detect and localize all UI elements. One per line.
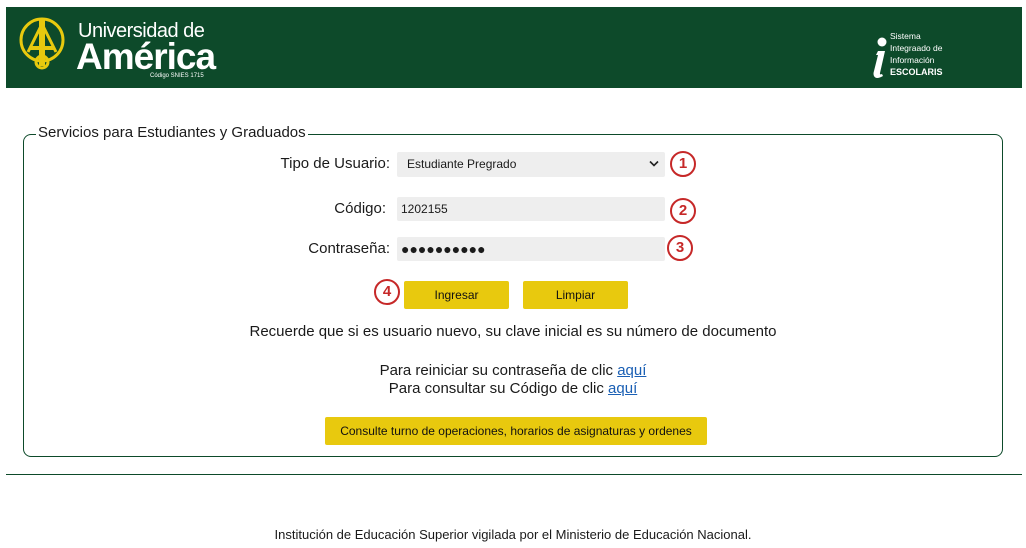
header-bar: Universidad de América Código SNIES 1715… [6,7,1022,88]
chevron-down-icon [649,160,659,167]
password-input[interactable]: ●●●●●●●●●● [397,237,665,261]
clear-button[interactable]: Limpiar [523,281,628,309]
code-label: Código: [334,200,386,217]
annotation-badge-2: 2 [670,198,696,224]
password-label: Contraseña: [308,240,390,257]
reset-password-text: Para reiniciar su contraseña de clic [379,362,614,379]
footer-text: Institución de Educación Superior vigila… [274,527,752,542]
system-line-2: Integraado de [890,43,943,53]
info-i-icon [873,37,887,78]
lookup-code-link[interactable]: aquí [608,380,637,397]
lookup-code-line: Para consultar su Código de clic aquí [0,380,1026,397]
reset-password-link[interactable]: aquí [617,362,646,379]
university-emblem-icon [19,17,65,70]
code-input[interactable]: 1202155 [397,197,665,221]
system-line-1: Sistema [890,31,921,41]
annotation-badge-3: 3 [667,235,693,261]
annotation-badge-4: 4 [374,279,400,305]
schedule-button[interactable]: Consulte turno de operaciones, horarios … [325,417,707,445]
annotation-badge-1: 1 [670,151,696,177]
new-user-note: Recuerde que si es usuario nuevo, su cla… [249,323,777,340]
system-line-3: Información [890,55,935,65]
lookup-code-text: Para consultar su Código de clic [388,380,604,397]
reset-password-line: Para reiniciar su contraseña de clic aqu… [0,362,1026,379]
footer-divider [6,474,1022,475]
fieldset-legend: Servicios para Estudiantes y Graduados [36,124,308,141]
system-name: ESCOLARIS [890,67,943,77]
user-type-select[interactable]: Estudiante Pregrado [397,152,665,177]
brand-code-text: Código SNIES 1715 [150,73,204,79]
login-button[interactable]: Ingresar [404,281,509,309]
user-type-value: Estudiante Pregrado [407,157,517,171]
user-type-label: Tipo de Usuario: [280,155,391,172]
login-fieldset [23,134,1003,457]
brand-main-text: América [76,36,216,77]
